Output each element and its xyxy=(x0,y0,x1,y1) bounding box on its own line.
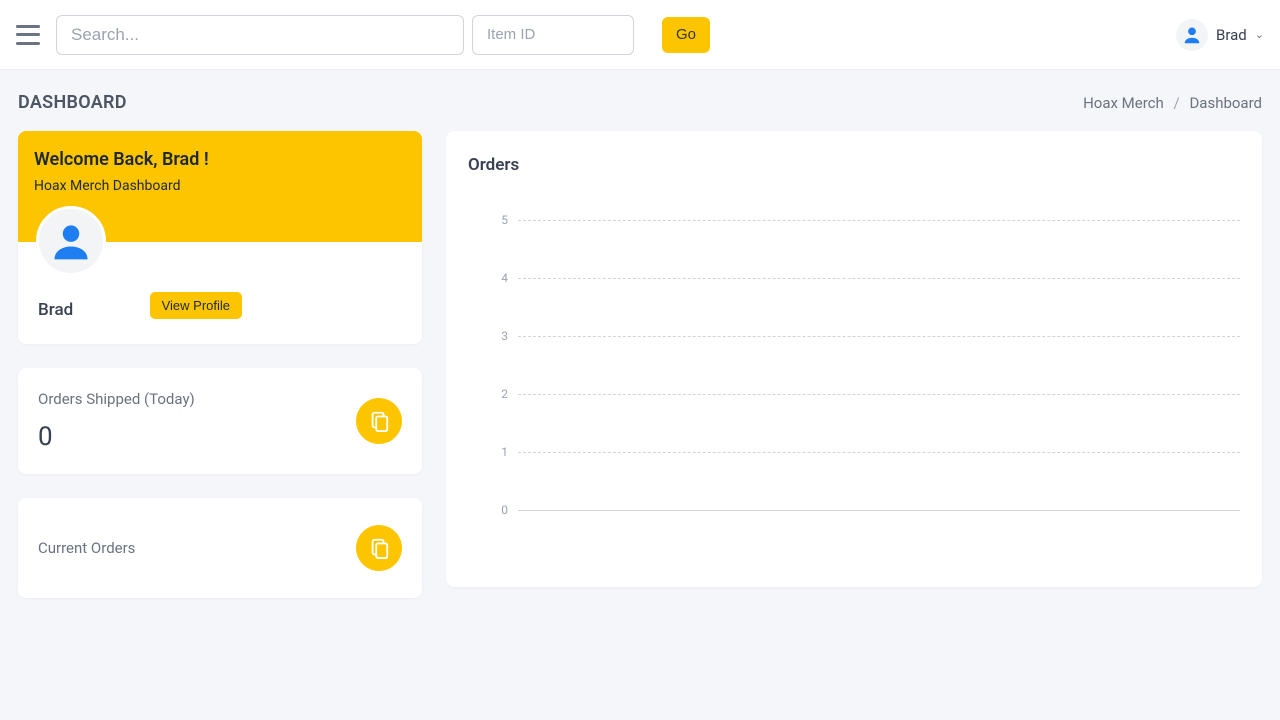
orders-shipped-label: Orders Shipped (Today) xyxy=(38,390,195,408)
current-orders-card: Current Orders xyxy=(18,498,422,598)
menu-toggle-button[interactable] xyxy=(16,25,40,45)
search-input[interactable] xyxy=(56,15,464,55)
clipboard-icon xyxy=(356,398,402,444)
chart-gridline xyxy=(518,452,1240,453)
user-name-label: Brad xyxy=(1216,26,1247,44)
profile-avatar-icon xyxy=(36,206,106,276)
page-title: DASHBOARD xyxy=(18,92,127,113)
chart-y-tick: 3 xyxy=(494,329,508,343)
current-orders-label: Current Orders xyxy=(38,539,135,557)
breadcrumb-root[interactable]: Hoax Merch xyxy=(1083,94,1164,112)
item-id-input[interactable] xyxy=(472,15,634,55)
view-profile-button[interactable]: View Profile xyxy=(150,292,242,319)
user-menu[interactable]: Brad ⌄ xyxy=(1176,19,1264,51)
chart-y-tick: 0 xyxy=(494,503,508,517)
breadcrumb-separator: / xyxy=(1174,94,1180,112)
user-avatar-icon xyxy=(1176,19,1208,51)
welcome-title: Welcome Back, Brad ! xyxy=(34,149,406,170)
orders-shipped-value: 0 xyxy=(38,422,195,452)
orders-chart: 0 1 2 3 4 5 xyxy=(494,203,1240,533)
chart-y-tick: 2 xyxy=(494,387,508,401)
clipboard-icon xyxy=(356,525,402,571)
chart-gridline xyxy=(518,394,1240,395)
chart-gridline xyxy=(518,220,1240,221)
chart-y-tick: 1 xyxy=(494,445,508,459)
breadcrumb-current: Dashboard xyxy=(1189,94,1262,112)
orders-shipped-card: Orders Shipped (Today) 0 xyxy=(18,368,422,474)
chevron-down-icon: ⌄ xyxy=(1255,28,1264,41)
chart-y-tick: 4 xyxy=(494,271,508,285)
chart-gridline xyxy=(518,510,1240,511)
chart-gridline xyxy=(518,336,1240,337)
welcome-subtitle: Hoax Merch Dashboard xyxy=(34,178,406,194)
chart-y-tick: 5 xyxy=(494,213,508,227)
go-button[interactable]: Go xyxy=(662,17,710,53)
orders-chart-title: Orders xyxy=(468,155,1240,175)
chart-gridline xyxy=(518,278,1240,279)
welcome-card: Welcome Back, Brad ! Hoax Merch Dashboar… xyxy=(18,131,422,344)
breadcrumb: Hoax Merch / Dashboard xyxy=(1083,94,1262,112)
header: Go Brad ⌄ xyxy=(0,0,1280,70)
page-header: DASHBOARD Hoax Merch / Dashboard xyxy=(0,70,1280,125)
orders-chart-card: Orders 0 1 2 3 4 5 xyxy=(446,131,1262,587)
